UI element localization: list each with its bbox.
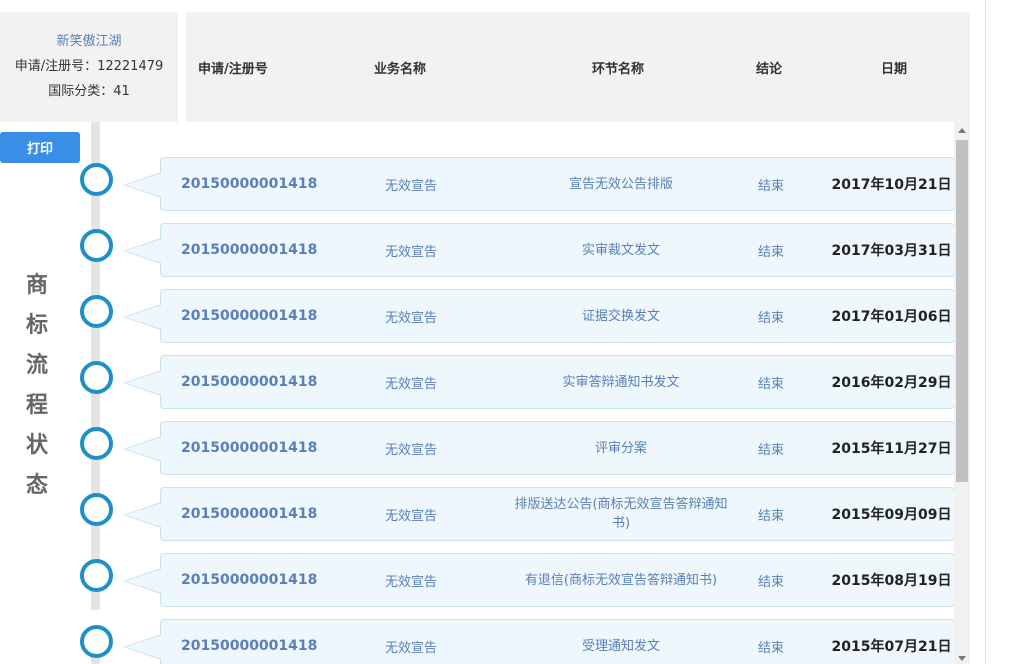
row-result: 结束 xyxy=(757,244,784,260)
print-button[interactable]: 打印 xyxy=(0,132,80,163)
vertical-title-char: 流 xyxy=(25,353,48,378)
panel-gap xyxy=(178,12,186,122)
row-result: 结束 xyxy=(757,574,784,590)
row-business: 无效宣告 xyxy=(384,442,437,458)
right-divider xyxy=(985,0,986,664)
row-step: 实审裁文发文 xyxy=(581,242,660,258)
row-step: 证据交换发文 xyxy=(581,308,660,324)
row-reg-no: 20150000001418 xyxy=(181,440,318,456)
row-step: 有退信(商标无效宣告答辩通知书) xyxy=(524,572,718,588)
row-result: 结束 xyxy=(757,376,784,392)
header-reg-no: 申请/注册号 xyxy=(198,62,268,77)
row-step: 宣告无效公告排版 xyxy=(568,176,673,192)
flow-row: 20150000001418 无效宣告 证据交换发文 结束 2017年01月06日 xyxy=(123,289,955,343)
international-class: 国际分类：41 xyxy=(48,84,130,99)
vertical-title-char: 程 xyxy=(25,393,48,418)
row-date: 2017年03月31日 xyxy=(831,243,952,259)
flow-row: 20150000001418 无效宣告 排版送达公告(商标无效宣告答辩通知书) 结束 2… xyxy=(123,487,955,541)
vertical-title-char: 态 xyxy=(25,473,48,498)
vertical-title: 商标流程状态 xyxy=(22,266,52,506)
timeline-node xyxy=(80,229,113,262)
timeline-node xyxy=(80,361,113,394)
flow-row: 20150000001418 无效宣告 宣告无效公告排版 结束 2017年10月21日 xyxy=(123,157,955,211)
row-reg-no: 20150000001418 xyxy=(181,308,318,324)
row-date: 2015年09月09日 xyxy=(831,507,952,523)
row-date: 2017年10月21日 xyxy=(831,177,952,193)
table-header: 申请/注册号 业务名称 环节名称 结论 日期 xyxy=(186,12,970,122)
trademark-name: 新笑傲江湖 xyxy=(56,34,122,49)
vertical-scrollbar[interactable] xyxy=(954,122,970,664)
header-result: 结论 xyxy=(756,62,783,77)
row-step: 评审分案 xyxy=(594,440,647,456)
header-step: 环节名称 xyxy=(592,62,645,77)
row-date: 2016年02月29日 xyxy=(831,375,952,391)
row-pointer-fill xyxy=(125,305,162,329)
row-date: 2015年11月27日 xyxy=(831,441,952,457)
row-pointer-fill xyxy=(125,173,162,197)
flow-list: 20150000001418 无效宣告 宣告无效公告排版 结束 2017年10月21日 2… xyxy=(0,122,970,664)
flow-row: 20150000001418 无效宣告 实审答辩通知书发文 结束 2016年02月29日 xyxy=(123,355,955,409)
flow-row: 20150000001418 无效宣告 实审裁文发文 结束 2017年03月31日 xyxy=(123,223,955,277)
flow-row: 20150000001418 无效宣告 有退信(商标无效宣告答辩通知书) 结束 2015… xyxy=(123,553,955,607)
row-date: 2015年08月19日 xyxy=(831,573,952,589)
row-reg-no: 20150000001418 xyxy=(181,242,318,258)
row-business: 无效宣告 xyxy=(384,640,437,656)
row-pointer-fill xyxy=(125,437,162,461)
row-result: 结束 xyxy=(757,442,784,458)
vertical-title-char: 标 xyxy=(25,313,48,338)
timeline-node xyxy=(80,559,113,592)
row-result: 结束 xyxy=(757,508,784,524)
row-business: 无效宣告 xyxy=(384,376,437,392)
timeline-node xyxy=(80,493,113,526)
row-pointer-fill xyxy=(125,569,162,593)
row-reg-no: 20150000001418 xyxy=(181,638,318,654)
row-step: 受理通知发文 xyxy=(581,638,660,654)
registration-number: 申请/注册号：12221479 xyxy=(14,59,164,74)
row-step: 实审答辩通知书发文 xyxy=(562,374,680,390)
row-result: 结束 xyxy=(757,178,784,194)
flow-row: 20150000001418 无效宣告 受理通知发文 结束 2015年07月21日 xyxy=(123,619,955,664)
row-pointer-fill xyxy=(125,239,162,263)
row-pointer-fill xyxy=(125,503,162,527)
row-business: 无效宣告 xyxy=(384,508,437,524)
vertical-title-char: 状 xyxy=(25,433,48,458)
row-reg-no: 20150000001418 xyxy=(181,176,318,192)
row-pointer-fill xyxy=(125,371,162,395)
header-date: 日期 xyxy=(881,62,908,77)
row-step: 排版送达公告(商标无效宣告答辩通知书) xyxy=(514,497,728,531)
row-date: 2015年07月21日 xyxy=(831,639,952,655)
row-reg-no: 20150000001418 xyxy=(181,374,318,390)
row-reg-no: 20150000001418 xyxy=(181,572,318,588)
timeline-node xyxy=(80,625,113,658)
flow-row: 20150000001418 无效宣告 评审分案 结束 2015年11月27日 xyxy=(123,421,955,475)
timeline-node xyxy=(80,163,113,196)
scroll-thumb[interactable] xyxy=(956,140,968,482)
row-result: 结束 xyxy=(757,640,784,656)
row-business: 无效宣告 xyxy=(384,244,437,260)
row-date: 2017年01月06日 xyxy=(831,309,952,325)
row-business: 无效宣告 xyxy=(384,574,437,590)
vertical-title-char: 商 xyxy=(25,273,48,298)
row-business: 无效宣告 xyxy=(384,310,437,326)
timeline-node xyxy=(80,427,113,460)
scroll-up-arrow-icon[interactable] xyxy=(958,128,966,133)
row-pointer-fill xyxy=(125,635,162,659)
scroll-down-arrow-icon[interactable] xyxy=(958,656,966,661)
row-result: 结束 xyxy=(757,310,784,326)
row-reg-no: 20150000001418 xyxy=(181,506,318,522)
header-business: 业务名称 xyxy=(374,62,427,77)
trademark-info-panel: 新笑傲江湖 申请/注册号：12221479 国际分类：41 xyxy=(0,12,178,122)
timeline-node xyxy=(80,295,113,328)
row-business: 无效宣告 xyxy=(384,178,437,194)
